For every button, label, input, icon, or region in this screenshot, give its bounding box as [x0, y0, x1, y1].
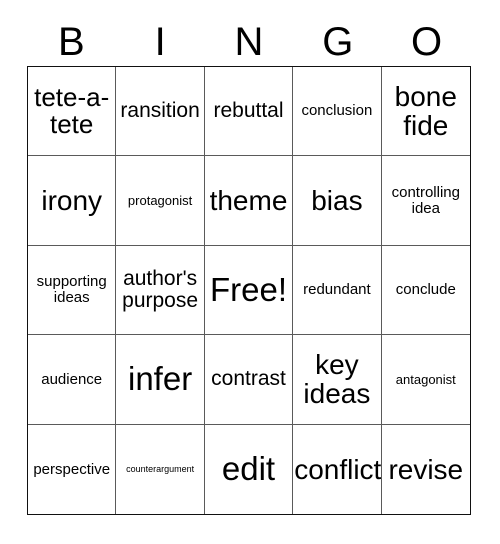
bingo-cell-r1-c5[interactable]: bone fide — [381, 67, 470, 157]
bingo-cell-label: Free! — [209, 270, 287, 308]
bingo-cell-r1-c3[interactable]: rebuttal — [204, 67, 294, 157]
bingo-cell-label: counterargument — [126, 463, 195, 474]
bingo-cell-label: revise — [388, 453, 464, 485]
bingo-cell-label: infer — [127, 360, 193, 398]
bingo-cell-label: tete-a-tete — [34, 82, 110, 140]
bingo-cell-label: theme — [209, 185, 288, 217]
bingo-cell-label: antagonist — [395, 371, 456, 387]
bingo-cell-r1-c2[interactable]: ransition — [116, 67, 205, 157]
bingo-cell-r4-c4[interactable]: key ideas — [293, 335, 382, 425]
bingo-cell-label: rebuttal — [213, 99, 284, 123]
bingo-cell-r2-c4[interactable]: bias — [293, 156, 382, 246]
bingo-header-letter-o: O — [411, 20, 443, 64]
bingo-cell-r3-c2[interactable]: author's purpose — [116, 245, 205, 336]
bingo-cell-r3-c4[interactable]: redundant — [293, 245, 382, 336]
bingo-header-letter-n: N — [234, 20, 264, 64]
bingo-cell-r3-c1[interactable]: supporting ideas — [28, 245, 117, 336]
bingo-cell-label: protagonist — [127, 192, 193, 208]
bingo-cell-r4-c1[interactable]: audience — [28, 335, 117, 425]
bingo-cell-label: controlling idea — [391, 184, 460, 217]
bingo-cell-label: edit — [221, 450, 276, 488]
bingo-cell-r2-c5[interactable]: controlling idea — [381, 156, 470, 246]
bingo-cell-label: author's purpose — [122, 267, 199, 312]
bingo-header-row: B I N G O — [27, 18, 471, 66]
bingo-cell-label: perspective — [33, 460, 111, 478]
bingo-cell-label: conclude — [395, 281, 456, 299]
bingo-cell-label: irony — [41, 185, 103, 217]
bingo-card: B I N G O tete-a-tete ransition rebuttal co… — [0, 0, 500, 544]
bingo-cell-r5-c5[interactable]: revise — [381, 424, 470, 514]
bingo-cell-r1-c4[interactable]: conclusion — [293, 67, 382, 157]
bingo-cell-r2-c3[interactable]: theme — [204, 156, 294, 246]
bingo-cell-label: bias — [311, 185, 363, 217]
bingo-cell-r4-c2[interactable]: infer — [116, 335, 205, 425]
bingo-cell-label: bone fide — [394, 81, 457, 142]
bingo-header-letter-g: G — [322, 20, 354, 64]
bingo-cell-r5-c3[interactable]: edit — [204, 424, 294, 514]
bingo-cell-label: ransition — [120, 99, 200, 123]
bingo-cell-label: conclusion — [301, 102, 373, 120]
bingo-cell-r3-c3[interactable]: Free! — [204, 245, 294, 336]
bingo-header-letter-b: B — [58, 20, 85, 64]
bingo-cell-label: contrast — [211, 367, 286, 391]
bingo-cell-r3-c5[interactable]: conclude — [381, 245, 470, 336]
bingo-cell-r5-c2[interactable]: counterargument — [116, 424, 205, 514]
bingo-cell-r1-c1[interactable]: tete-a-tete — [28, 67, 117, 157]
bingo-cell-r2-c2[interactable]: protagonist — [116, 156, 205, 246]
bingo-cell-label: conflict — [294, 453, 382, 485]
bingo-cell-r4-c5[interactable]: antagonist — [381, 335, 470, 425]
bingo-cell-label: supporting ideas — [36, 273, 107, 306]
bingo-header-letter-i: I — [154, 20, 166, 64]
bingo-cell-r2-c1[interactable]: irony — [28, 156, 117, 246]
bingo-cell-label: redundant — [303, 281, 371, 299]
bingo-cell-r5-c4[interactable]: conflict — [293, 424, 382, 514]
bingo-cell-label: audience — [41, 370, 103, 388]
bingo-cell-r5-c1[interactable]: perspective — [28, 424, 117, 514]
bingo-cell-r4-c3[interactable]: contrast — [204, 335, 294, 425]
bingo-grid: tete-a-tete ransition rebuttal conclusion bo… — [27, 66, 471, 515]
bingo-cell-label: key ideas — [303, 349, 371, 410]
